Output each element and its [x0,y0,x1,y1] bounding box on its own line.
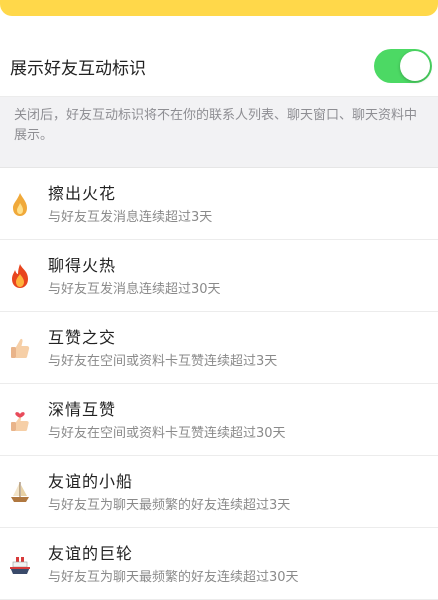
list-item: 聊得火热 与好友互发消息连续超过30天 [0,240,438,312]
top-banner [0,0,438,16]
item-description: 与好友在空间或资料卡互赞连续超过3天 [48,354,278,369]
list-item: 友谊的巨轮 与好友互为聊天最频繁的好友连续超过30天 [0,528,438,600]
badge-list: 擦出火花 与好友互发消息连续超过3天 聊得火热 与好友互发消息连续超过30天 互… [0,168,438,600]
setting-label: 展示好友互动标识 [10,59,146,79]
item-description: 与好友互发消息连续超过3天 [48,210,213,225]
interaction-badge-setting-row: 展示好友互动标识 [0,38,438,97]
list-item: 友谊的小船 与好友互为聊天最频繁的好友连续超过3天 [0,456,438,528]
show-badges-toggle[interactable] [374,49,432,83]
item-description: 与好友在空间或资料卡互赞连续超过30天 [48,426,286,441]
item-description: 与好友互发消息连续超过30天 [48,282,221,297]
item-title: 聊得火热 [48,256,117,275]
fire-icon [8,262,32,290]
setting-note: 关闭后，好友互动标识将不在你的联系人列表、聊天窗口、聊天资料中展示。 [0,97,438,168]
list-item: 擦出火花 与好友互发消息连续超过3天 [0,168,438,240]
item-title: 友谊的巨轮 [48,544,134,563]
list-item: 深情互赞 与好友在空间或资料卡互赞连续超过30天 [0,384,438,456]
list-item: 互赞之交 与好友在空间或资料卡互赞连续超过3天 [0,312,438,384]
spark-flame-icon [8,190,32,218]
thumbs-up-icon [8,334,32,362]
item-description: 与好友互为聊天最频繁的好友连续超过30天 [48,570,299,585]
note-text: 关闭后，好友互动标识将不在你的联系人列表、聊天窗口、聊天资料中展示。 [14,108,418,143]
ship-icon [8,550,32,578]
item-title: 擦出火花 [48,184,117,203]
heart-thumbs-up-icon [8,406,32,434]
item-title: 深情互赞 [48,400,117,419]
item-description: 与好友互为聊天最频繁的好友连续超过3天 [48,498,291,513]
toggle-knob [400,51,430,81]
item-title: 互赞之交 [48,328,117,347]
sailboat-icon [8,478,32,506]
item-title: 友谊的小船 [48,472,134,491]
